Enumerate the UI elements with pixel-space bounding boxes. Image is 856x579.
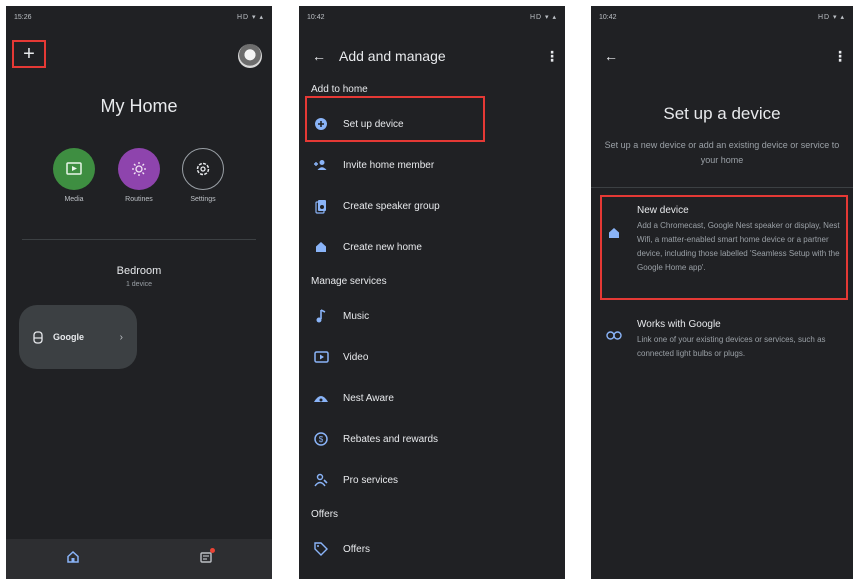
section-add-to-home: Add to home <box>311 84 368 95</box>
home-icon <box>316 242 326 252</box>
option-works-with-google[interactable]: Works with Google Link one of your exist… <box>591 319 853 361</box>
menu-item-invite-home-member[interactable]: Invite home member <box>299 148 565 182</box>
phone-screen-my-home: 15:26 HD ▾ ▴ + My Home Media Routines Se… <box>6 6 272 579</box>
section-manage-services: Manage services <box>311 276 387 287</box>
notification-dot <box>209 547 215 553</box>
menu-item-label: Rebates and rewards <box>343 433 439 445</box>
app-bar: ← Add and manage ⋮ <box>299 42 565 70</box>
phone-screen-set-up-a-device: 10:42 HD ▾ ▴ ← ⋮ Set up a device Set up … <box>591 6 853 579</box>
menu-item-create-new-home[interactable]: Create new home <box>299 230 565 264</box>
room-name: Bedroom <box>116 265 162 277</box>
status-time: 10:42 <box>599 13 617 21</box>
status-bar: 15:26 HD ▾ ▴ <box>6 6 272 28</box>
menu-item-nest-aware[interactable]: Nest Aware <box>299 381 565 415</box>
home-icon <box>66 550 79 563</box>
option-title: Works with Google <box>637 319 721 330</box>
app-bar: ← ⋮ <box>591 42 853 70</box>
rebates-icon: $ <box>314 432 328 446</box>
menu-item-label: Nest Aware <box>343 392 394 404</box>
menu-item-label: Video <box>343 351 369 363</box>
menu-item-label: Create speaker group <box>343 200 440 212</box>
device-name: Google <box>53 332 84 342</box>
routines-button[interactable]: Routines <box>117 148 161 203</box>
menu-item-label: Invite home member <box>343 159 435 171</box>
link-icon <box>606 331 622 340</box>
nav-home[interactable] <box>66 550 80 569</box>
status-bar: 10:42 HD ▾ ▴ <box>591 6 853 28</box>
status-time: 10:42 <box>307 13 325 21</box>
media-button[interactable]: Media <box>52 148 96 203</box>
routines-label: Routines <box>125 196 153 203</box>
svg-text:$: $ <box>319 435 324 444</box>
settings-label: Settings <box>190 196 216 203</box>
speaker-icon <box>33 330 43 344</box>
menu-item-offers[interactable]: Offers <box>299 532 565 566</box>
back-arrow-icon[interactable]: ← <box>299 48 339 64</box>
highlight-box <box>600 195 848 300</box>
page-title: Set up a device <box>663 104 781 123</box>
menu-item-label: Offers <box>343 543 371 555</box>
back-arrow-icon[interactable]: ← <box>591 48 631 64</box>
pro-services-icon <box>314 473 328 487</box>
menu-item-create-speaker-group[interactable]: Create speaker group <box>299 189 565 223</box>
nav-activity[interactable] <box>199 547 215 569</box>
highlight-box <box>305 96 485 142</box>
add-button[interactable]: + <box>12 40 46 68</box>
menu-item-video[interactable]: Video <box>299 340 565 374</box>
status-icons: HD ▾ ▴ <box>236 14 264 21</box>
video-icon <box>313 351 329 363</box>
plus-icon: + <box>23 43 35 65</box>
page-title: My Home <box>100 96 178 116</box>
menu-item-rebates-and-rewards[interactable]: $ Rebates and rewards <box>299 422 565 456</box>
menu-item-label: Pro services <box>343 474 399 486</box>
status-icons: HD ▾ ▴ <box>529 14 557 21</box>
more-vert-icon[interactable]: ⋮ <box>539 48 565 65</box>
person-add-icon <box>314 160 327 170</box>
avatar[interactable] <box>238 44 262 68</box>
routines-icon <box>132 162 146 176</box>
music-note-icon <box>316 309 326 323</box>
page-title: Add and manage <box>339 48 446 64</box>
menu-item-label: Create new home <box>343 241 422 253</box>
bottom-navigation <box>6 539 272 579</box>
section-offers: Offers <box>311 509 339 520</box>
option-description: Link one of your existing devices or ser… <box>637 335 826 358</box>
status-bar: 10:42 HD ▾ ▴ <box>299 6 565 28</box>
settings-icon <box>196 162 210 176</box>
device-card-google[interactable]: Google › <box>19 305 137 369</box>
menu-item-label: Music <box>343 310 370 322</box>
room-device-count: 1 device <box>125 281 153 288</box>
phone-screen-add-and-manage: 10:42 HD ▾ ▴ ← Add and manage ⋮ Add to h… <box>299 6 565 579</box>
divider <box>22 239 256 240</box>
media-label: Media <box>64 196 84 203</box>
page-subtitle: Set up a new device or add an existing d… <box>604 140 840 165</box>
more-vert-icon[interactable]: ⋮ <box>827 48 853 65</box>
menu-item-pro-services[interactable]: Pro services <box>299 463 565 497</box>
chevron-right-icon: › <box>119 331 123 343</box>
settings-button[interactable]: Settings <box>181 148 225 203</box>
nest-aware-icon <box>314 396 328 402</box>
menu-item-music[interactable]: Music <box>299 299 565 333</box>
status-icons: HD ▾ ▴ <box>817 14 845 21</box>
tag-icon <box>314 542 328 556</box>
speaker-group-icon <box>315 199 326 214</box>
divider <box>591 187 853 188</box>
media-icon <box>66 162 82 175</box>
status-time: 15:26 <box>14 13 32 21</box>
